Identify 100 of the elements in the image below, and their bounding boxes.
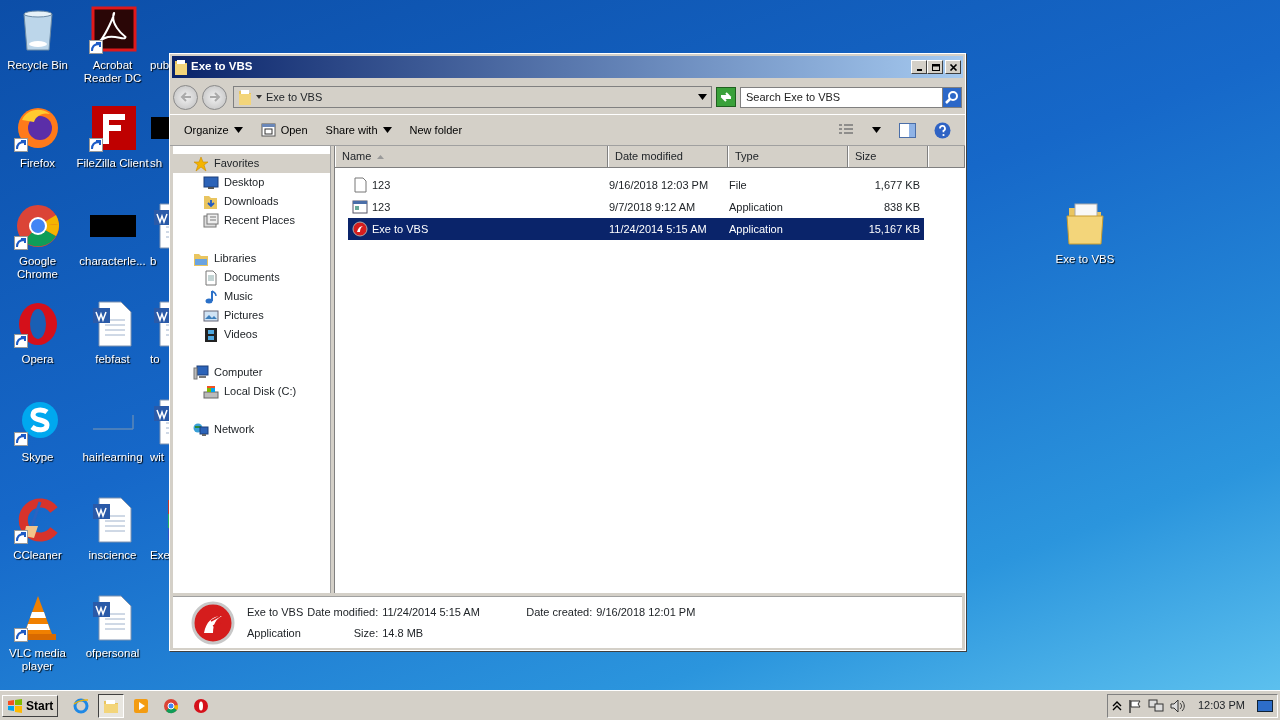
refresh-icon xyxy=(719,91,733,103)
icon-label[interactable]: Exe xyxy=(150,549,170,562)
icon-label[interactable]: Recycle Bin xyxy=(0,59,75,72)
window-title: Exe to VBS xyxy=(191,59,254,75)
arrow-right-icon xyxy=(208,92,221,102)
toolbar-button[interactable]: Share with xyxy=(317,118,400,142)
pane-icon xyxy=(899,122,916,138)
detail-text: 14.8 MB xyxy=(382,625,425,641)
icon-label[interactable]: sh xyxy=(150,157,163,170)
chevron-up-icon xyxy=(1111,699,1122,712)
windows-logo-icon xyxy=(7,698,23,713)
icon-label[interactable]: to xyxy=(150,353,160,366)
picture-icon xyxy=(203,307,219,324)
caret-icon xyxy=(256,95,262,99)
icon-label[interactable]: pub xyxy=(150,59,170,72)
nav-item[interactable]: Favorites xyxy=(173,154,330,173)
file-row[interactable]: 123 9/7/2018 9:12 AM Application 838 KB xyxy=(348,196,924,218)
detail-text: Exe to VBS xyxy=(247,605,304,620)
show-desktop-icon xyxy=(1257,698,1273,713)
start-button[interactable]: Start xyxy=(2,694,59,717)
nav-item[interactable]: Downloads xyxy=(173,192,330,211)
taskbar-button[interactable] xyxy=(98,693,125,718)
toolbar-button[interactable]: New folder xyxy=(401,118,471,142)
nav-item[interactable]: Local Disk (C:) xyxy=(173,382,330,401)
icon-label[interactable]: Firefox xyxy=(0,157,75,170)
clock[interactable]: 12:03 PM xyxy=(1197,697,1245,714)
network-icon xyxy=(1147,698,1164,713)
file-row[interactable]: Exe to VBS 11/24/2014 5:15 AM Application 15,167 KB xyxy=(348,218,924,240)
icon-label[interactable]: hairlearning xyxy=(75,451,150,464)
icon-label[interactable]: inscience xyxy=(75,549,150,562)
toolbar-button[interactable]: Organize xyxy=(176,118,251,142)
help-icon xyxy=(934,121,951,139)
file-row[interactable]: 123 9/16/2018 12:03 PM File 1,677 KB xyxy=(348,174,924,196)
flag-icon xyxy=(1127,698,1142,713)
icon-label[interactable]: characterle... xyxy=(75,255,150,268)
document-icon xyxy=(203,269,219,286)
app-window-icon xyxy=(352,199,368,215)
maximize-icon xyxy=(930,63,940,71)
icon-label[interactable]: FileZilla Client xyxy=(75,157,150,170)
icon-label[interactable]: wit xyxy=(150,451,165,464)
window-icon xyxy=(260,123,276,137)
search-icon xyxy=(945,90,959,104)
detail-text: Date created: xyxy=(526,605,593,620)
nav-item[interactable]: Desktop xyxy=(173,173,330,192)
music-note-icon xyxy=(203,288,219,305)
nav-item[interactable]: Computer xyxy=(173,363,330,382)
chrome-icon xyxy=(163,697,180,714)
detail-text: 9/16/2018 12:01 PM xyxy=(596,605,696,620)
play-icon xyxy=(133,697,150,714)
monitor-icon xyxy=(203,174,219,191)
opera-icon xyxy=(193,697,210,714)
browser-icon xyxy=(73,697,90,714)
folder-icon xyxy=(174,59,188,75)
icon-label[interactable]: VLC media player xyxy=(0,647,75,673)
icon-label[interactable]: CCleaner xyxy=(0,549,75,562)
maximize-button[interactable] xyxy=(927,60,943,74)
detail-text: 11/24/2014 5:15 AM xyxy=(382,605,481,620)
icon-label[interactable]: ofpersonal xyxy=(75,647,150,660)
nav-item[interactable]: Libraries xyxy=(173,249,330,268)
close-button[interactable] xyxy=(945,60,961,74)
address-bar[interactable]: Exe to VBS xyxy=(233,86,712,108)
nav-item[interactable]: Pictures xyxy=(173,306,330,325)
detail-text: Application xyxy=(247,625,302,641)
refresh-button[interactable] xyxy=(716,87,736,107)
blank-file-icon xyxy=(352,177,368,193)
icon-label[interactable]: Exe to VBS xyxy=(1048,253,1122,266)
close-icon xyxy=(948,63,958,71)
icon-label[interactable]: Google Chrome xyxy=(0,255,75,281)
nav-item[interactable]: Music xyxy=(173,287,330,306)
drive-icon xyxy=(203,383,219,400)
column-header[interactable]: Type xyxy=(728,146,848,167)
icon-label[interactable]: Skype xyxy=(0,451,75,464)
nav-item[interactable]: Videos xyxy=(173,325,330,344)
app-icon xyxy=(352,221,368,237)
icon-label[interactable]: b xyxy=(150,255,157,268)
star-icon xyxy=(193,155,209,172)
column-header[interactable]: Date modified xyxy=(608,146,728,167)
icon-label[interactable]: Acrobat Reader DC xyxy=(75,59,150,85)
search-button[interactable] xyxy=(942,86,962,108)
speaker-icon xyxy=(1169,698,1186,713)
film-icon xyxy=(203,326,219,343)
column-header[interactable]: Name xyxy=(335,146,608,167)
caret-icon xyxy=(698,94,707,100)
detail-text: Date modified: xyxy=(307,605,379,620)
windows-icon xyxy=(203,212,219,229)
app-icon xyxy=(191,600,235,645)
detail-text: Size: xyxy=(352,625,379,641)
folder-icon xyxy=(103,697,120,714)
caret-icon xyxy=(872,127,881,133)
column-header[interactable]: Size xyxy=(848,146,928,167)
nav-item[interactable]: Recent Places xyxy=(173,211,330,230)
icon-label[interactable]: febfast xyxy=(75,353,150,366)
list-view-icon xyxy=(838,123,854,137)
minimize-button[interactable] xyxy=(911,60,927,74)
download-folder-icon xyxy=(203,193,219,210)
icon-label[interactable]: Opera xyxy=(0,353,75,366)
toolbar-button[interactable]: Open xyxy=(252,118,316,142)
nav-item[interactable]: Network xyxy=(173,420,330,439)
search-field[interactable]: Search Exe to VBS xyxy=(740,86,942,108)
nav-item[interactable]: Documents xyxy=(173,268,330,287)
